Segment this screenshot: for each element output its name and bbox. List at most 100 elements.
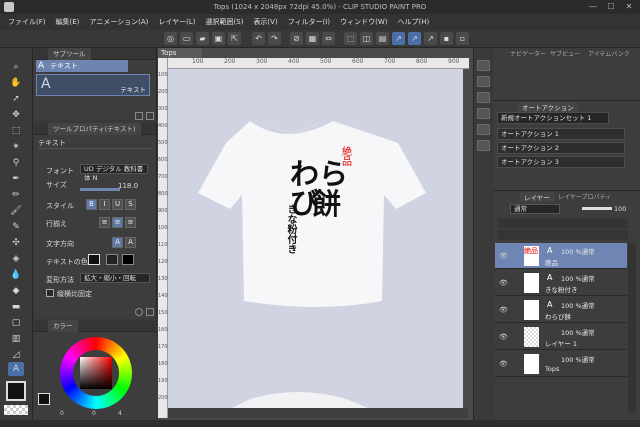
align-center-button[interactable]: ≡ <box>112 217 123 228</box>
size-value[interactable]: 118.0 <box>118 182 138 190</box>
eraser-tool-icon[interactable]: ◈ <box>8 252 24 266</box>
redo-icon[interactable]: ↷ <box>268 32 281 45</box>
keep-ratio-checkbox[interactable] <box>46 289 54 297</box>
color-tab[interactable]: カラー <box>48 320 78 332</box>
blend-mode-select[interactable]: 通常 <box>510 204 560 214</box>
transform-select[interactable]: 拡大・縮小・回転 <box>80 273 150 283</box>
material-panel-icon-5[interactable] <box>477 140 490 151</box>
new-file-icon[interactable]: ▭ <box>180 32 193 45</box>
underline-button[interactable]: U <box>112 199 123 210</box>
text-color-sub-swatch[interactable] <box>106 254 118 265</box>
menu-layer[interactable]: レイヤー(L) <box>153 17 200 27</box>
opacity-slider[interactable] <box>582 207 612 210</box>
material-panel-icon-4[interactable] <box>477 124 490 135</box>
menu-view[interactable]: 表示(V) <box>248 17 282 27</box>
search-panel-icon[interactable] <box>477 60 490 71</box>
hand-tool-icon[interactable]: ✋ <box>8 76 24 90</box>
auto-action-tab[interactable]: オートアクション <box>518 102 578 112</box>
toolprop-tab[interactable]: ツールプロパティ(テキスト) <box>48 123 141 135</box>
fill-tool-icon[interactable]: ◆ <box>8 284 24 298</box>
ruler-tool-icon[interactable]: ◿ <box>8 348 24 362</box>
layer-scrollbar[interactable] <box>628 243 636 413</box>
menu-edit[interactable]: 編集(E) <box>51 17 85 27</box>
layer-row[interactable]: 👁 100 %通常 レイヤー 1 <box>495 324 627 350</box>
clip-studio-icon[interactable]: ◎ <box>164 32 177 45</box>
menu-filter[interactable]: フィルター(I) <box>283 17 335 27</box>
zoom-tool-icon[interactable]: ⌕ <box>8 60 24 74</box>
selection-tool-icon[interactable]: ⬚ <box>8 124 24 138</box>
eye-icon[interactable]: 👁 <box>499 306 508 314</box>
horizontal-text-button[interactable]: A <box>125 237 136 248</box>
text-color-option-swatch[interactable] <box>122 254 134 265</box>
eyedropper-tool-icon[interactable]: ⚲ <box>8 156 24 170</box>
menu-animation[interactable]: アニメーション(A) <box>84 17 153 27</box>
subtool-menu-icon[interactable] <box>135 112 143 120</box>
menu-selection[interactable]: 選択範囲(S) <box>201 17 249 27</box>
align-right-button[interactable]: ≡ <box>125 217 136 228</box>
layer-tab[interactable]: レイヤー <box>520 192 554 202</box>
airbrush-tool-icon[interactable]: ✎ <box>8 220 24 234</box>
close-button[interactable]: ✕ <box>624 2 634 12</box>
subtool-item-text[interactable]: テキスト <box>36 60 128 72</box>
layer-row[interactable]: 👁 A 100 %通常 きな粉付き <box>495 270 627 296</box>
nav-tab-1[interactable]: ナビゲーター <box>510 49 546 58</box>
menu-window[interactable]: ウィンドウ(W) <box>335 17 392 27</box>
color-swatch-icon-2[interactable]: ▫ <box>456 32 469 45</box>
layer-row[interactable]: 👁 A 100 %通常 わらび餅 <box>495 297 627 323</box>
operation-tool-icon[interactable]: ➚ <box>8 92 24 106</box>
eye-icon[interactable]: 👁 <box>499 279 508 287</box>
move-layer-tool-icon[interactable]: ✥ <box>8 108 24 122</box>
pen-tool-icon[interactable]: ✒ <box>8 172 24 186</box>
nav-tab-3[interactable]: アイテムバンク <box>588 49 630 58</box>
open-file-icon[interactable]: ▰ <box>196 32 209 45</box>
snap-ruler-icon[interactable]: ↗ <box>392 32 405 45</box>
auto-select-tool-icon[interactable]: ✴ <box>8 140 24 154</box>
strike-button[interactable]: S <box>125 199 136 210</box>
snap-grid-icon[interactable]: ↗ <box>424 32 437 45</box>
bold-button[interactable]: B <box>86 199 97 210</box>
eye-icon[interactable]: 👁 <box>499 360 508 368</box>
auto-action-item[interactable]: オートアクション 2 <box>497 142 625 154</box>
subtool-tab[interactable]: サブツール <box>48 48 91 60</box>
color-wheel[interactable] <box>60 337 132 409</box>
deselect-icon[interactable]: ⬚ <box>344 32 357 45</box>
auto-action-item[interactable]: オートアクション 3 <box>497 156 625 168</box>
document-tab[interactable]: Tops <box>158 48 202 58</box>
size-slider[interactable] <box>80 188 120 191</box>
undo-icon[interactable]: ↶ <box>252 32 265 45</box>
layer-property-tab[interactable]: レイヤープロパティ <box>558 192 611 201</box>
export-icon[interactable]: ⇱ <box>228 32 241 45</box>
color-square[interactable] <box>80 357 112 389</box>
menu-help[interactable]: ヘルプ(H) <box>392 17 434 27</box>
pencil-tool-icon[interactable]: ✏ <box>8 188 24 202</box>
material-panel-icon-3[interactable] <box>477 108 490 119</box>
eye-icon[interactable]: 👁 <box>499 252 508 260</box>
brush-tool-icon[interactable]: 🖌 <box>8 204 24 218</box>
decoration-tool-icon[interactable]: ✣ <box>8 236 24 250</box>
save-icon[interactable]: ▣ <box>212 32 225 45</box>
erase-selection-icon[interactable]: ⊘ <box>290 32 303 45</box>
nav-tab-2[interactable]: サブビュー <box>550 49 580 58</box>
toolprop-reset-icon[interactable] <box>135 308 143 316</box>
snap-special-ruler-icon[interactable]: ↗ <box>408 32 421 45</box>
material-panel-icon[interactable] <box>477 76 490 87</box>
text-tool-icon[interactable]: A <box>8 362 24 376</box>
material-panel-icon-2[interactable] <box>477 92 490 103</box>
main-color-swatch[interactable] <box>6 381 26 401</box>
text-color-swatch[interactable] <box>88 254 100 265</box>
canvas-paper[interactable] <box>168 69 463 410</box>
vertical-text-button[interactable]: A <box>112 237 123 248</box>
figure-tool-icon[interactable]: ▢ <box>8 316 24 330</box>
transparent-color-swatch[interactable] <box>4 405 28 415</box>
toolprop-detail-icon[interactable] <box>146 308 154 316</box>
design-text-kinako[interactable]: きな粉付き <box>282 204 296 254</box>
font-select[interactable]: UD デジタル 教科書体 N <box>80 164 148 182</box>
layer-row[interactable]: 👁 100 %通常 Tops <box>495 351 627 377</box>
selection-launcher-icon[interactable]: ▤ <box>376 32 389 45</box>
fill-selection-icon[interactable]: ▦ <box>306 32 319 45</box>
frame-tool-icon[interactable]: ▥ <box>8 332 24 346</box>
subtool-preview[interactable]: A テキスト <box>36 74 150 96</box>
gradient-tool-icon[interactable]: ▬ <box>8 300 24 314</box>
maximize-button[interactable]: ☐ <box>606 2 616 12</box>
subtool-delete-icon[interactable] <box>146 112 154 120</box>
